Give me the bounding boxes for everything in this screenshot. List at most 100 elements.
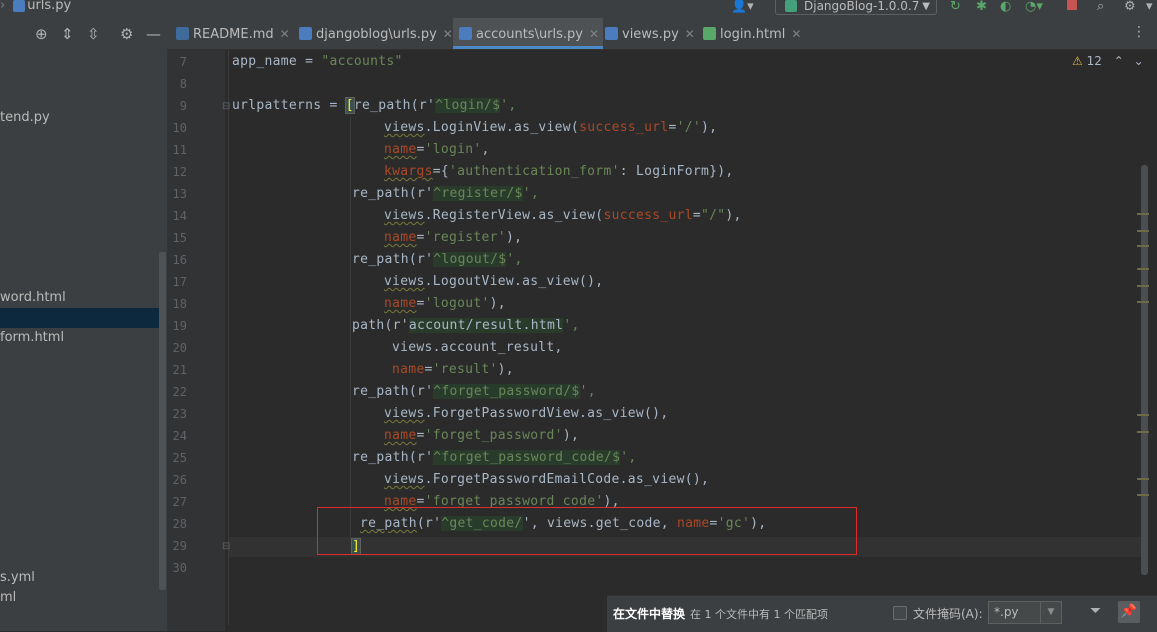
close-icon[interactable]: ✕ [791,27,801,41]
stop-icon[interactable] [1067,0,1077,10]
close-icon[interactable]: ✕ [685,27,695,41]
scroll-warning-mark[interactable] [1137,285,1149,287]
python-file-icon [459,27,472,40]
tree-item[interactable]: form.html [0,330,64,345]
more-icon[interactable]: ▾ [1146,0,1153,14]
line-number: 21 [172,363,187,377]
gear-icon[interactable]: ⚙ [1124,0,1136,14]
line-number: 7 [179,55,187,69]
coverage-icon[interactable]: ◐ [1000,0,1011,14]
selected-tree-row[interactable] [0,308,160,328]
code-line-19: path(r'account/result.html', [352,318,580,333]
line-number: 16 [172,253,187,267]
run-config-label: DjangoBlog-1.0.0.7 [804,0,920,13]
line-number: 14 [172,209,187,223]
code-line-15: name='register'), [384,230,523,245]
django-icon [785,0,797,12]
debug-icon[interactable]: ✱ [976,0,987,14]
tab-views[interactable]: views.py ✕ [605,18,695,49]
line-number: 20 [172,341,187,355]
chevron-up-icon[interactable]: ⌃ [1114,54,1124,68]
run-configuration-select[interactable]: DjangoBlog-1.0.0.7 ▼ [775,0,937,15]
hide-icon[interactable]: — [146,25,161,43]
line-number: 17 [172,275,187,289]
code-line-21: name='result'), [392,362,514,377]
line-number: 19 [172,319,187,333]
code-line-14: views.RegisterView.as_view(success_url="… [384,208,742,223]
tab-login-html[interactable]: login.html ✕ [703,18,801,49]
rerun-icon[interactable]: ↻ [950,0,961,14]
close-icon[interactable]: ✕ [589,27,599,41]
collapse-all-icon[interactable]: ⇳ [87,25,100,43]
line-number: 10 [172,121,187,135]
pin-icon[interactable]: 📌 [1118,601,1140,623]
tab-label: views.py [622,27,679,42]
tree-item[interactable]: s.yml [0,570,35,585]
close-icon[interactable]: ✕ [280,27,290,41]
chevron-down-icon[interactable]: ▼ [1040,602,1061,623]
scroll-warning-mark[interactable] [1137,230,1149,232]
locate-icon[interactable]: ⊕ [35,25,48,43]
inspection-widget[interactable]: ⚠ 12 ⌃ ⌄ [1072,54,1144,68]
line-number: 29 [172,539,187,553]
line-number: 8 [179,77,187,91]
code-line-18: name='logout'), [384,296,506,311]
breadcrumb[interactable]: › urls.py [0,0,71,13]
chevron-down-icon[interactable]: ⌄ [1134,54,1144,68]
file-mask-label[interactable]: 文件掩码(A): [913,605,983,622]
code-line-10: views.LoginView.as_view(success_url='/')… [384,120,718,135]
code-line-9: urlpatterns = [re_path(r'^login/$', [232,97,517,114]
python-file-icon [299,27,312,40]
editor-scrollbar[interactable] [1141,165,1148,575]
tab-accounts-urls[interactable]: accounts\urls.py ✕ [453,18,604,49]
tab-label: accounts\urls.py [476,27,583,42]
tab-label: login.html [720,27,786,42]
scroll-warning-mark[interactable] [1137,431,1149,433]
breadcrumb-file: urls.py [27,0,72,13]
code-line-11: name='login', [384,142,490,157]
file-mask-checkbox[interactable] [893,606,907,620]
line-number: 12 [172,165,187,179]
editor-tabs: README.md ✕ djangoblog\urls.py ✕ accounts\… [167,18,1157,50]
line-number: 23 [172,407,187,421]
close-icon[interactable]: ✕ [443,27,453,41]
gear-icon[interactable]: ⚙ [120,25,133,43]
line-number: 25 [172,451,187,465]
tree-item[interactable]: ml [0,590,16,605]
tab-djangoblog-urls[interactable]: djangoblog\urls.py ✕ [299,18,453,49]
fold-icon[interactable]: ⊟ [222,101,230,112]
code-line-24: name='forget_password'), [384,428,580,443]
project-scrollbar[interactable] [159,252,166,590]
scroll-warning-mark[interactable] [1137,268,1149,270]
tab-readme[interactable]: README.md ✕ [176,18,290,49]
scroll-warning-mark[interactable] [1137,478,1149,480]
tree-item[interactable]: word.html [0,290,66,305]
profile-icon[interactable]: ◔▾ [1025,0,1043,14]
indent-guide [350,117,351,539]
user-icon[interactable]: 👤▾ [731,0,754,14]
search-icon[interactable]: ⌕ [1097,0,1104,14]
tab-menu-icon[interactable]: ⋮ [1132,24,1146,40]
python-file-icon [605,27,618,40]
scroll-warning-mark[interactable] [1137,414,1149,416]
tree-item[interactable]: tend.py [0,110,50,125]
scroll-warning-mark[interactable] [1137,213,1149,215]
line-number: 11 [172,143,187,157]
line-number: 24 [172,429,187,443]
line-number: 30 [172,561,187,575]
replace-title: 在文件中替换 [613,607,686,621]
scroll-warning-mark[interactable] [1137,301,1149,303]
line-number: 27 [172,495,187,509]
file-mask-input[interactable]: *.py ▼ [988,601,1062,624]
line-number: 15 [172,231,187,245]
code-line-7: app_name = "accounts" [232,54,403,69]
scroll-warning-mark[interactable] [1137,245,1149,247]
fold-icon[interactable]: ⊟ [222,541,230,552]
filter-icon[interactable]: ⏷ [1090,603,1101,619]
tab-label: djangoblog\urls.py [316,27,437,42]
html-file-icon [703,27,716,40]
scroll-warning-mark[interactable] [1137,494,1149,496]
expand-all-icon[interactable]: ⇕ [61,25,74,43]
code-line-13: re_path(r'^register/$', [352,186,539,201]
code-line-20: views.account_result, [392,340,563,355]
